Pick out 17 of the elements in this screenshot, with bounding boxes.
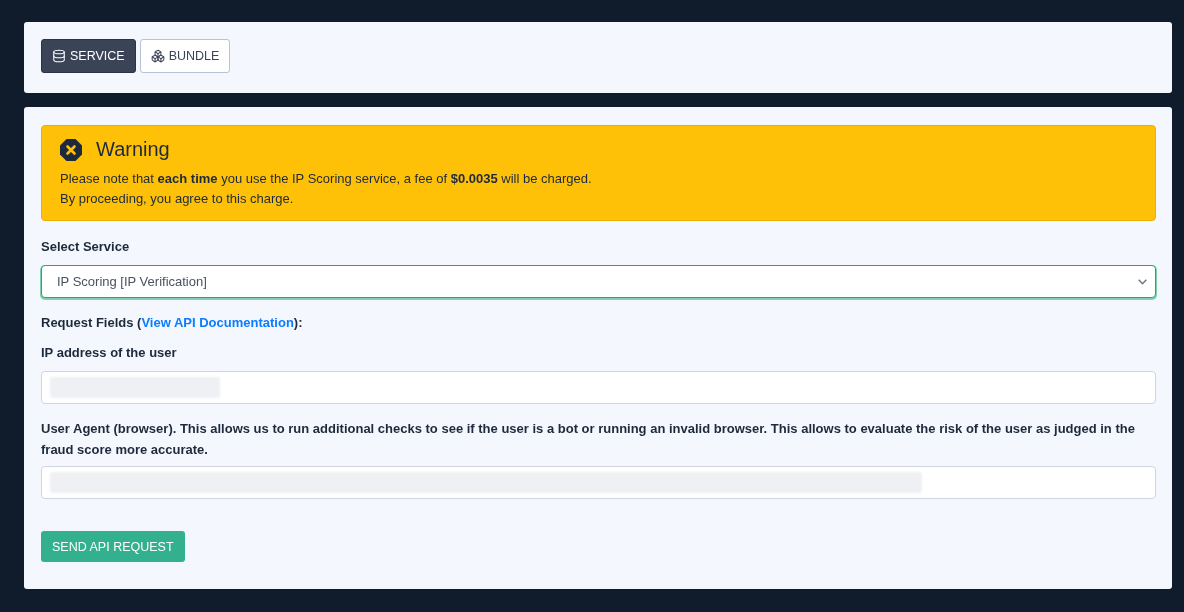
tab[interactable]: SERVICE <box>41 39 136 73</box>
field-label: Select Service <box>41 238 131 256</box>
octagon-x-icon <box>60 138 82 161</box>
request-fields-label: Request Fields (View API Documentation): <box>41 314 304 332</box>
field-label: User Agent (browser). This allows us to run additional checks to see if the user is a bot or running an invalid browser. This allows to evaluate the risk of the user as judged in the fraud score more accurate. <box>41 420 1136 459</box>
alert-text: By proceeding, you agree to this charge. <box>60 190 295 208</box>
input-field[interactable] <box>41 371 1156 404</box>
input-field[interactable] <box>41 466 1156 499</box>
field-label: IP address of the user <box>41 344 178 362</box>
api-docs-link[interactable]: View API Documentation <box>141 315 294 330</box>
boxes-icon <box>150 49 165 63</box>
tab[interactable]: BUNDLE <box>139 39 231 73</box>
alert-text: Please note that each time you use the IP Scoring service, a fee of $0.0035 will be charged. <box>60 170 593 188</box>
database-icon <box>52 49 66 63</box>
chevron-down-icon <box>1138 278 1147 285</box>
alert-title: Warning <box>96 138 170 161</box>
service-select[interactable]: IP Scoring [IP Verification] <box>41 265 1156 298</box>
